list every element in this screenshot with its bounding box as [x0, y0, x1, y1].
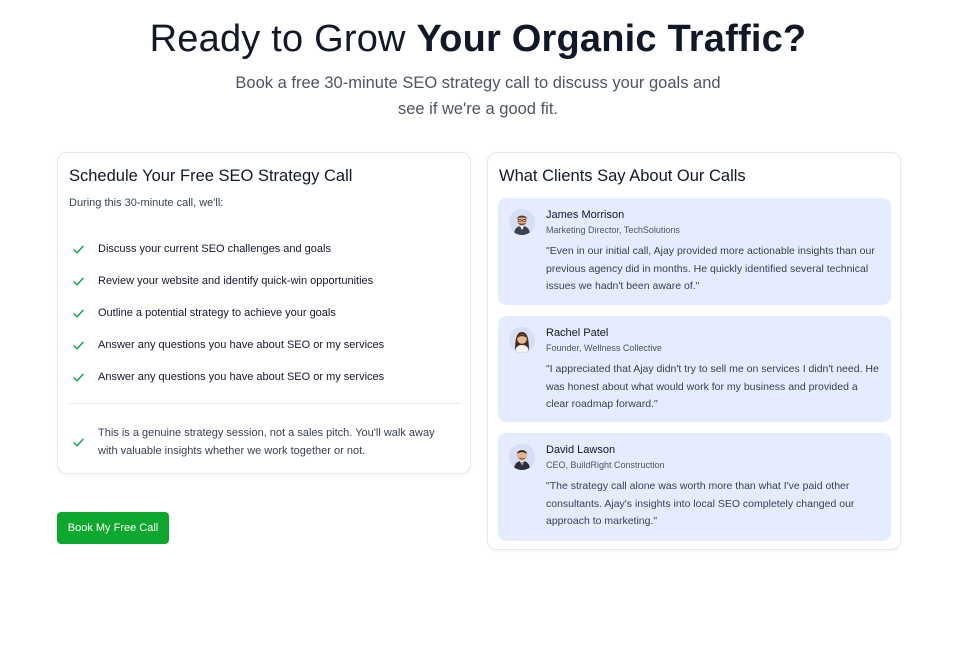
- testimonial-card: David Lawson CEO, BuildRight Constructio…: [498, 433, 891, 541]
- man-avatar-icon: [509, 209, 535, 235]
- checklist: Discuss your current SEO challenges and …: [72, 233, 457, 393]
- list-item-text: Outline a potential strategy to achieve …: [98, 307, 336, 319]
- list-item: Review your website and identify quick-w…: [72, 265, 457, 297]
- check-icon: [73, 373, 84, 381]
- testimonial-card: James Morrison Marketing Director, TechS…: [498, 198, 891, 305]
- disclaimer-note: This is a genuine strategy session, not …: [72, 425, 452, 460]
- check-icon: [73, 245, 84, 253]
- testimonial-quote: "Even in our initial call, Ajay provided…: [546, 245, 875, 292]
- list-item-text: Answer any questions you have about SEO …: [98, 339, 385, 351]
- list-item: Answer any questions you have about SEO …: [72, 329, 457, 361]
- avatar: [509, 327, 535, 353]
- divider: [69, 403, 460, 404]
- testimonial-role: Founder, Wellness Collective: [546, 343, 662, 353]
- avatar: [509, 444, 535, 470]
- testimonial-card: Rachel Patel Founder, Wellness Collectiv…: [498, 316, 891, 422]
- list-item-text: Review your website and identify quick-w…: [98, 275, 374, 287]
- list-item-text: Discuss your current SEO challenges and …: [98, 243, 331, 255]
- testimonial-name: James Morrison: [546, 209, 625, 221]
- testimonial-name: David Lawson: [546, 444, 616, 456]
- book-call-button[interactable]: Book My Free Call: [57, 512, 169, 544]
- testimonial-quote: "I appreciated that Ajay didn't try to s…: [546, 363, 879, 410]
- woman-avatar-icon: [509, 327, 535, 353]
- hero-subtitle: Book a free 30-minute SEO strategy call …: [235, 74, 721, 118]
- check-icon: [73, 341, 84, 349]
- avatar: [509, 209, 535, 235]
- check-icon: [73, 309, 84, 317]
- list-item: Outline a potential strategy to achieve …: [72, 297, 457, 329]
- hero-title-regular: Ready to Grow: [149, 18, 417, 60]
- check-icon: [73, 438, 84, 447]
- schedule-title: Schedule Your Free SEO Strategy Call: [69, 167, 353, 185]
- testimonial-quote: "The strategy call alone was worth more …: [546, 480, 855, 527]
- testimonials-card: What Clients Say About Our Calls James M…: [487, 152, 901, 550]
- hero-title: Ready to Grow Your Organic Traffic?: [0, 18, 956, 61]
- testimonial-role: Marketing Director, TechSolutions: [546, 225, 680, 235]
- schedule-intro: During this 30-minute call, we'll:: [69, 197, 224, 209]
- check-icon: [73, 277, 84, 285]
- list-item: Answer any questions you have about SEO …: [72, 361, 457, 393]
- disclaimer-text: This is a genuine strategy session, not …: [98, 427, 435, 457]
- testimonial-role: CEO, BuildRight Construction: [546, 460, 665, 470]
- schedule-card: Schedule Your Free SEO Strategy Call Dur…: [57, 152, 471, 474]
- testimonial-name: Rachel Patel: [546, 327, 609, 339]
- list-item-text: Answer any questions you have about SEO …: [98, 371, 385, 383]
- testimonials-title: What Clients Say About Our Calls: [499, 167, 746, 185]
- hero-title-bold: Your Organic Traffic?: [416, 18, 807, 60]
- man-suit-avatar-icon: [509, 444, 535, 470]
- list-item: Discuss your current SEO challenges and …: [72, 233, 457, 265]
